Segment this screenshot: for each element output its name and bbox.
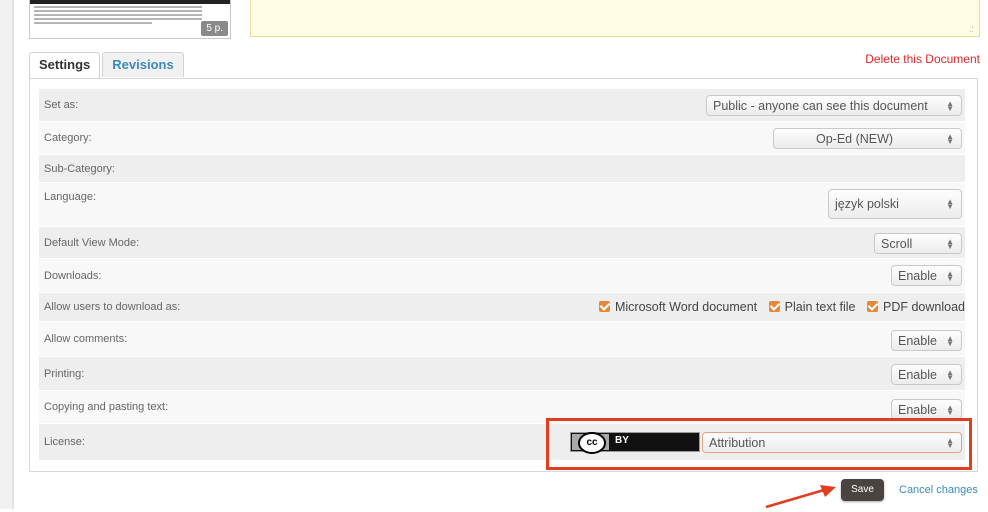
select-arrows-icon: ▲ ▼ <box>946 98 954 113</box>
select-arrows-icon: ▲ ▼ <box>946 131 954 146</box>
thumbnail-top-bar <box>30 0 230 4</box>
license-label: License: <box>44 436 85 448</box>
language-select[interactable]: język polski ▲ ▼ <box>828 189 962 219</box>
checkbox-checked-icon <box>598 301 610 312</box>
download-format-checkboxes: Microsoft Word document Plain text file … <box>591 300 965 314</box>
save-button[interactable]: Save <box>841 479 884 501</box>
download-as-label: Allow users to download as: <box>44 301 181 313</box>
settings-tabs: Settings Revisions <box>29 52 186 78</box>
view-mode-label: Default View Mode: <box>44 236 140 249</box>
setting-row-downloads: Downloads: Enable ▲ ▼ <box>39 258 965 292</box>
left-gutter-line <box>12 0 14 509</box>
comments-value: Enable <box>898 334 937 348</box>
setting-row-sub-category: Sub-Category: <box>39 154 965 182</box>
checkbox-checked-icon <box>867 301 878 312</box>
select-arrows-icon: ▲ ▼ <box>946 268 954 283</box>
annotation-arrow-icon <box>765 485 836 509</box>
tab-revisions[interactable]: Revisions <box>102 52 184 77</box>
downloads-label: Downloads: <box>44 269 102 282</box>
select-arrows-icon: ▲ ▼ <box>946 236 954 251</box>
cancel-changes-link[interactable]: Cancel changes <box>899 484 978 496</box>
select-arrows-icon: ▲ ▼ <box>946 333 954 348</box>
select-arrows-icon: ▲ ▼ <box>946 402 954 417</box>
printing-value: Enable <box>898 368 937 382</box>
printing-select[interactable]: Enable ▲ ▼ <box>891 364 962 385</box>
description-textarea[interactable]: .: <box>250 0 980 37</box>
printing-label: Printing: <box>44 367 85 380</box>
category-label: Category: <box>44 132 92 144</box>
left-gutter <box>0 0 12 509</box>
word-doc-checkbox[interactable]: Microsoft Word document <box>598 300 758 314</box>
settings-panel: Set as: Public - anyone can see this doc… <box>29 78 978 472</box>
comments-label: Allow comments: <box>44 333 128 345</box>
category-select[interactable]: Op-Ed (NEW) ▲ ▼ <box>773 128 962 149</box>
set-as-label: Set as: <box>44 99 79 111</box>
view-mode-value: Scroll <box>881 237 913 251</box>
copying-label: Copying and pasting text: <box>44 401 169 413</box>
license-highlight-box <box>546 418 972 470</box>
category-value: Op-Ed (NEW) <box>816 132 894 146</box>
pdf-checkbox[interactable]: PDF download <box>867 300 965 314</box>
checkbox-checked-icon <box>768 301 780 312</box>
view-mode-select[interactable]: Scroll ▲ ▼ <box>874 233 962 254</box>
setting-row-set-as: Set as: Public - anyone can see this doc… <box>39 88 965 121</box>
document-thumbnail[interactable]: 5 p. <box>29 0 231 39</box>
setting-row-printing: Printing: Enable ▲ ▼ <box>39 356 965 390</box>
setting-row-category: Category: Op-Ed (NEW) ▲ ▼ <box>39 121 965 154</box>
language-value: język polski <box>835 197 899 211</box>
setting-row-language: Language: język polski ▲ ▼ <box>39 182 965 226</box>
downloads-value: Enable <box>898 269 937 283</box>
language-label: Language: <box>44 191 96 203</box>
plain-text-checkbox[interactable]: Plain text file <box>768 300 856 314</box>
setting-row-comments: Allow comments: Enable ▲ ▼ <box>39 321 965 356</box>
word-doc-label: Microsoft Word document <box>614 300 758 314</box>
comments-select[interactable]: Enable ▲ ▼ <box>891 330 962 351</box>
setting-row-view-mode: Default View Mode: Scroll ▲ ▼ <box>39 226 965 258</box>
delete-document-link[interactable]: Delete this Document <box>865 52 980 66</box>
select-arrows-icon: ▲ ▼ <box>946 197 954 211</box>
thumbnail-text-lines <box>34 6 202 26</box>
select-arrows-icon: ▲ ▼ <box>946 367 954 382</box>
page-count-badge: 5 p. <box>201 21 228 36</box>
set-as-value: Public - anyone can see this document <box>713 99 928 113</box>
downloads-select[interactable]: Enable ▲ ▼ <box>891 265 962 286</box>
plain-text-label: Plain text file <box>784 300 856 314</box>
sub-category-label: Sub-Category: <box>44 162 115 175</box>
setting-row-download-as: Allow users to download as: Microsoft Wo… <box>39 292 965 321</box>
tab-settings[interactable]: Settings <box>29 52 101 78</box>
copying-select[interactable]: Enable ▲ ▼ <box>891 399 962 420</box>
pdf-label: PDF download <box>883 300 965 314</box>
set-as-select[interactable]: Public - anyone can see this document ▲ ▼ <box>706 95 962 116</box>
copying-value: Enable <box>898 403 937 417</box>
resize-grip-icon[interactable]: .: <box>969 24 974 34</box>
